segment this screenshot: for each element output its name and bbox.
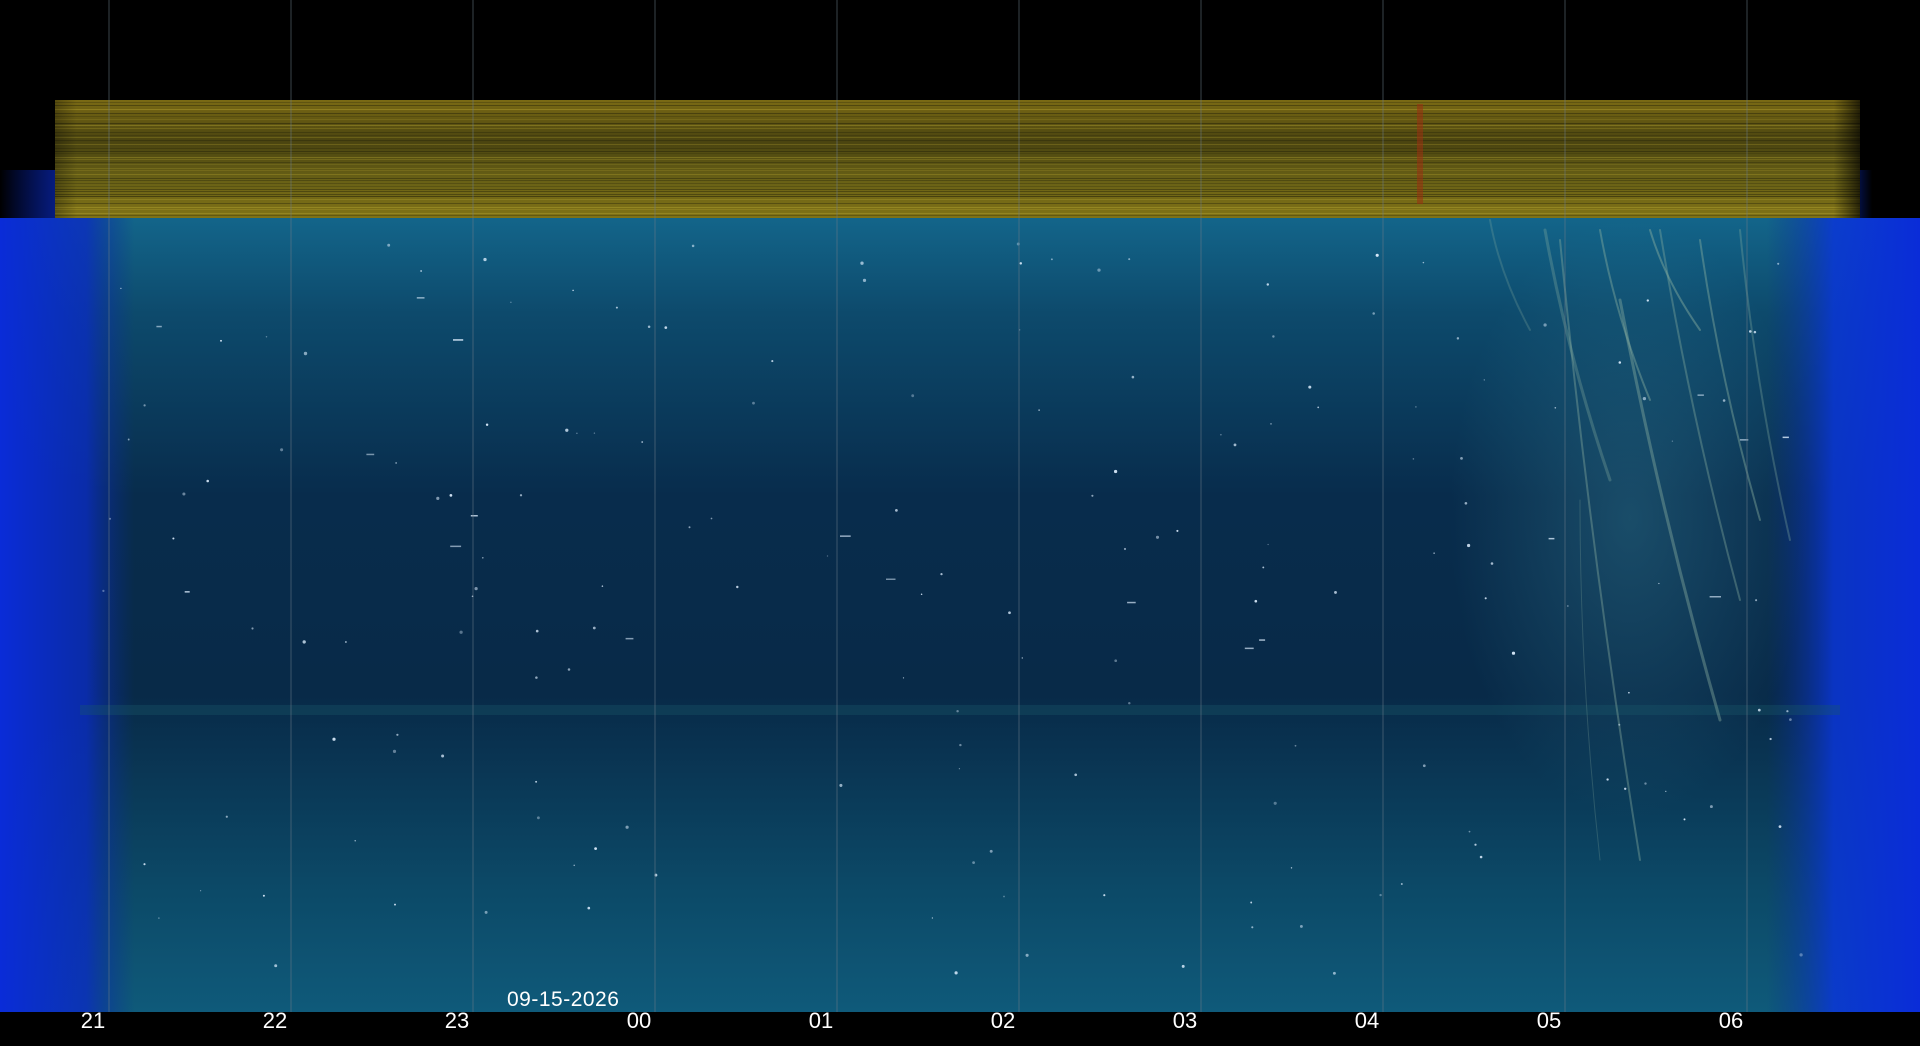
keogram-image bbox=[0, 0, 1920, 1046]
keogram-view: 09-15-2026 21 22 23 00 01 02 03 04 05 06 bbox=[0, 0, 1920, 1046]
hour-tick-label: 02 bbox=[990, 1008, 1016, 1033]
hour-tick-label: 03 bbox=[1172, 1008, 1198, 1033]
hour-tick-label: 01 bbox=[808, 1008, 834, 1033]
hour-tick-label: 05 bbox=[1536, 1008, 1562, 1033]
hour-tick-label: 22 bbox=[262, 1008, 288, 1033]
hour-tick-label: 06 bbox=[1718, 1008, 1744, 1033]
hour-tick-label: 04 bbox=[1354, 1008, 1380, 1033]
hour-tick-label: 21 bbox=[80, 1008, 106, 1033]
hour-tick-label: 00 bbox=[626, 1008, 652, 1033]
hour-tick-label: 23 bbox=[444, 1008, 470, 1033]
date-label: 09-15-2026 bbox=[507, 988, 620, 1011]
